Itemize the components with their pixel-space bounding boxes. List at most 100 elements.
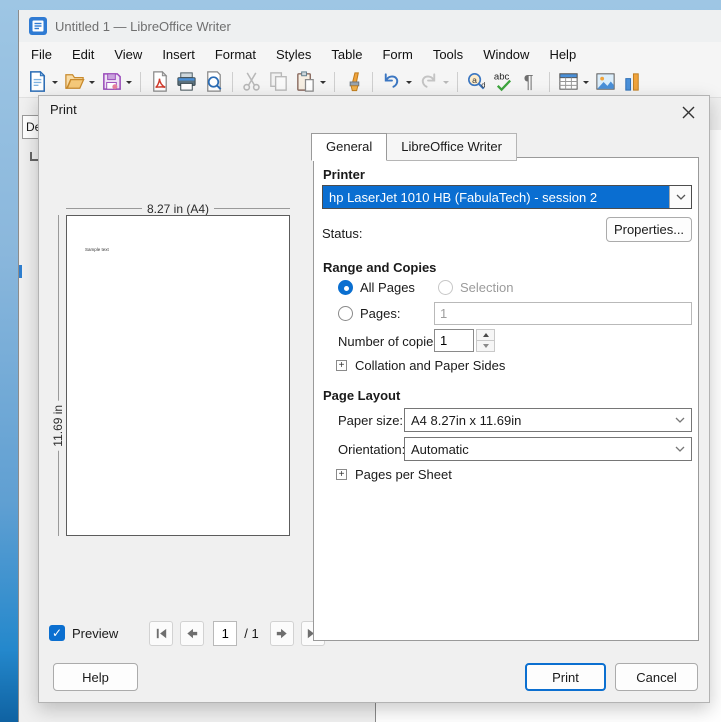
tab-libreoffice-writer[interactable]: LibreOffice Writer — [387, 133, 517, 161]
pages-label: Pages: — [360, 306, 400, 321]
scroll-indicator — [19, 265, 22, 278]
first-page-button[interactable] — [149, 621, 173, 646]
spin-up-icon[interactable] — [477, 330, 494, 340]
print-preview-icon[interactable] — [200, 69, 227, 95]
svg-text:a: a — [472, 75, 477, 85]
previous-page-icon — [185, 626, 200, 641]
menu-view[interactable]: View — [104, 44, 152, 65]
insert-image-icon[interactable] — [592, 69, 619, 95]
insert-chart-icon[interactable] — [619, 69, 646, 95]
toolbar-separator — [140, 72, 141, 92]
menu-styles[interactable]: Styles — [266, 44, 321, 65]
title-bar: Untitled 1 — LibreOffice Writer — [19, 10, 721, 42]
preview-checkbox[interactable] — [49, 625, 65, 641]
preview-checkbox-label: Preview — [72, 626, 118, 641]
chevron-down-icon[interactable] — [669, 186, 691, 208]
radio-dot — [338, 280, 353, 295]
chevron-down-icon[interactable] — [669, 409, 691, 431]
menu-tools[interactable]: Tools — [423, 44, 473, 65]
printer-section-heading: Printer — [323, 167, 365, 182]
undo-icon[interactable] — [378, 69, 415, 95]
paper-size-select[interactable]: A4 8.27in x 11.69in — [404, 408, 692, 432]
properties-button[interactable]: Properties... — [606, 217, 692, 242]
radio-dot — [338, 306, 353, 321]
all-pages-label: All Pages — [360, 280, 415, 295]
toolbar-separator — [372, 72, 373, 92]
print-dialog: Print General LibreOffice Writer Printer… — [38, 95, 710, 703]
writer-app-icon — [29, 17, 47, 35]
clone-formatting-icon[interactable] — [340, 69, 367, 95]
menu-help[interactable]: Help — [539, 44, 586, 65]
current-page-input[interactable] — [213, 621, 237, 646]
next-page-button[interactable] — [270, 621, 294, 646]
toolbar-separator — [334, 72, 335, 92]
tab-general[interactable]: General — [311, 133, 387, 161]
toolbar-separator — [549, 72, 550, 92]
menu-window[interactable]: Window — [473, 44, 539, 65]
insert-table-icon[interactable] — [555, 69, 592, 95]
print-button[interactable]: Print — [525, 663, 606, 691]
expand-plus-icon[interactable]: + — [336, 360, 347, 371]
page-height-dimension: 11.69 in — [51, 215, 65, 536]
page-width-label: 8.27 in (A4) — [147, 202, 209, 216]
previous-page-button[interactable] — [180, 621, 204, 646]
all-pages-radio[interactable]: All Pages — [338, 280, 415, 295]
range-section-heading: Range and Copies — [323, 260, 436, 275]
spelling-icon[interactable]: abc — [490, 69, 517, 95]
toolbar-separator — [457, 72, 458, 92]
window-title: Untitled 1 — LibreOffice Writer — [55, 19, 231, 34]
radio-dot — [438, 280, 453, 295]
orientation-select[interactable]: Automatic — [404, 437, 692, 461]
find-replace-icon[interactable]: ad — [463, 69, 490, 95]
print-direct-icon[interactable] — [173, 69, 200, 95]
menu-edit[interactable]: Edit — [62, 44, 104, 65]
status-label: Status: — [322, 226, 362, 241]
svg-text:d: d — [481, 80, 485, 89]
page-height-label: 11.69 in — [51, 400, 65, 450]
menu-file[interactable]: File — [21, 44, 62, 65]
menu-bar: FileEditViewInsertFormatStylesTableFormT… — [19, 42, 721, 66]
formatting-marks-icon[interactable]: ¶ — [517, 69, 544, 95]
copies-label: Number of copies: — [338, 334, 444, 349]
menu-insert[interactable]: Insert — [152, 44, 205, 65]
dialog-title: Print — [50, 102, 77, 117]
menu-format[interactable]: Format — [205, 44, 266, 65]
desktop: Untitled 1 — LibreOffice Writer FileEdit… — [0, 0, 721, 722]
menu-table[interactable]: Table — [321, 44, 372, 65]
collation-label: Collation and Paper Sides — [355, 358, 505, 373]
page-width-dimension: 8.27 in (A4) — [66, 201, 290, 216]
spin-down-icon[interactable] — [477, 340, 494, 351]
help-button[interactable]: Help — [53, 663, 138, 691]
printer-select[interactable]: hp LaserJet 1010 HB (FabulaTech) - sessi… — [322, 185, 692, 209]
copy-icon — [265, 69, 292, 95]
pages-per-sheet-label: Pages per Sheet — [355, 467, 452, 482]
layout-section-heading: Page Layout — [323, 388, 400, 403]
chevron-down-icon[interactable] — [669, 438, 691, 460]
toolbar-separator — [232, 72, 233, 92]
orientation-value: Automatic — [405, 438, 669, 460]
paste-icon[interactable] — [292, 69, 329, 95]
printer-selected-value: hp LaserJet 1010 HB (FabulaTech) - sessi… — [323, 186, 669, 208]
save-icon[interactable] — [98, 69, 135, 95]
general-tab-panel: Printer hp LaserJet 1010 HB (FabulaTech)… — [313, 157, 699, 641]
open-icon[interactable] — [61, 69, 98, 95]
pages-per-sheet-expander[interactable]: + Pages per Sheet — [336, 467, 452, 482]
export-pdf-icon[interactable] — [146, 69, 173, 95]
copies-input[interactable] — [434, 329, 474, 352]
paper-size-label: Paper size: — [338, 413, 403, 428]
menu-form[interactable]: Form — [372, 44, 422, 65]
cancel-button[interactable]: Cancel — [615, 663, 698, 691]
pages-radio[interactable]: Pages: — [338, 306, 400, 321]
redo-icon — [415, 69, 452, 95]
new-document-icon[interactable] — [24, 69, 61, 95]
standard-toolbar: adabc ¶ — [19, 66, 721, 98]
paper-size-value: A4 8.27in x 11.69in — [405, 409, 669, 431]
close-icon[interactable] — [676, 100, 700, 124]
expand-plus-icon[interactable]: + — [336, 469, 347, 480]
pages-range-input[interactable] — [434, 302, 692, 325]
sample-text: Sample text — [85, 247, 109, 252]
collation-expander[interactable]: + Collation and Paper Sides — [336, 358, 505, 373]
preview-controls: Preview / 1 — [49, 620, 349, 646]
selection-label: Selection — [460, 280, 513, 295]
svg-text:¶: ¶ — [524, 72, 534, 92]
